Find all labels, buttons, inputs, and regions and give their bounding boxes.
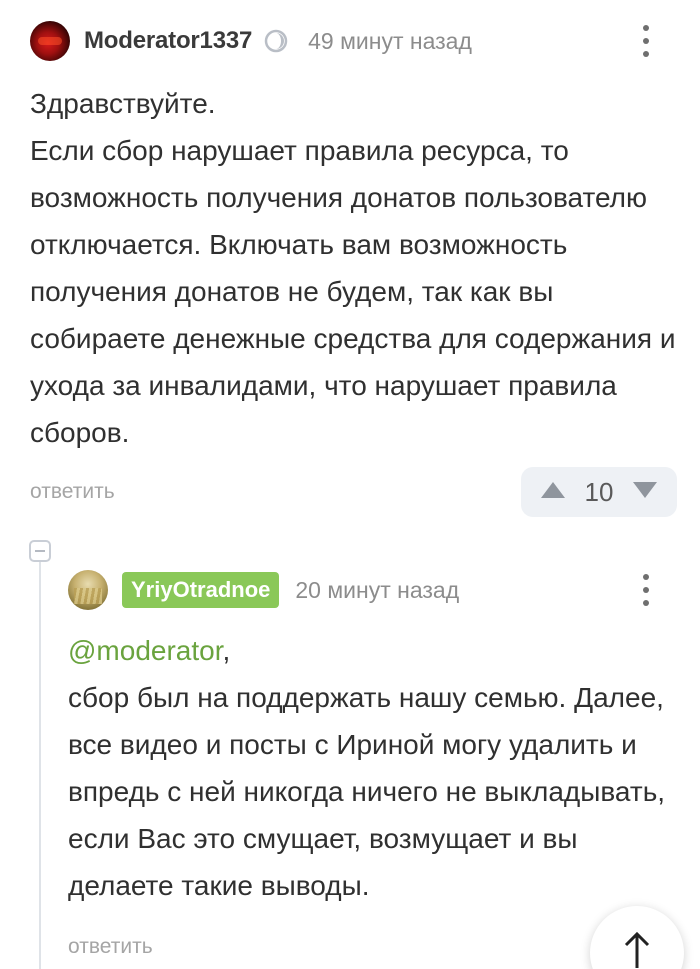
more-vertical-icon[interactable]: [636, 574, 656, 606]
mention-suffix: ,: [222, 635, 231, 666]
upvote-icon[interactable]: [539, 480, 567, 505]
reply-author[interactable]: YriyOtradnoe: [122, 572, 280, 608]
mention-link[interactable]: @moderator: [68, 635, 223, 666]
downvote-icon[interactable]: [631, 480, 659, 505]
more-vertical-icon[interactable]: [636, 25, 656, 57]
reply-paragraph: сбор был на поддержать нашу семью. Далее…: [68, 682, 666, 901]
comment-header: Moderator1337 49 минут назад: [30, 20, 670, 62]
reply-time: 20 минут назад: [295, 576, 460, 603]
comment-author[interactable]: Moderator1337: [84, 27, 252, 55]
avatar[interactable]: [68, 570, 108, 610]
reply-text: @moderator, сбор был на поддержать нашу …: [68, 627, 683, 909]
arrow-up-icon: [624, 931, 650, 968]
comments-page: Moderator1337 49 минут назад Здравствуйт…: [0, 0, 700, 969]
collapse-thread-icon[interactable]: [29, 540, 51, 562]
reply-button[interactable]: ответить: [68, 935, 153, 959]
comment-time: 49 минут назад: [308, 27, 472, 54]
moderator-badge-icon: [264, 29, 288, 53]
reply-button[interactable]: ответить: [30, 480, 115, 504]
scroll-top-button[interactable]: [590, 906, 684, 969]
reply-mention-line: @moderator,: [68, 627, 683, 674]
rating-control: 10: [521, 467, 677, 517]
avatar[interactable]: [30, 21, 70, 61]
comment-line: Если сбор нарушает правила ресурса, то в…: [30, 135, 676, 448]
comment-text: Здравствуйте. Если сбор нарушает правила…: [30, 80, 685, 456]
thread-line[interactable]: [39, 562, 41, 969]
reply-header: YriyOtradnoe 20 минут назад: [68, 569, 670, 611]
rating-count: 10: [584, 476, 614, 507]
comment-line: Здравствуйте.: [30, 88, 216, 119]
